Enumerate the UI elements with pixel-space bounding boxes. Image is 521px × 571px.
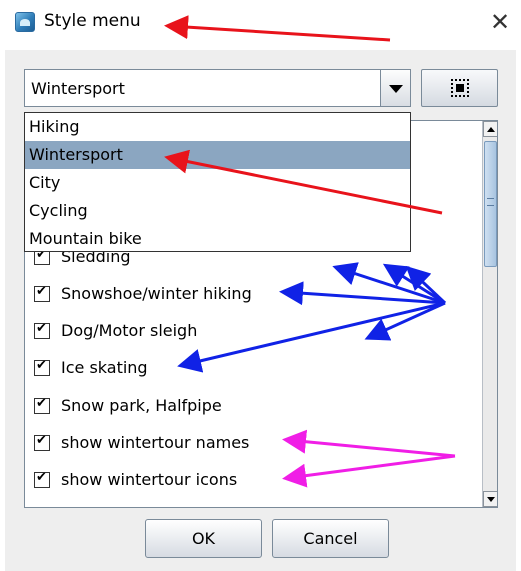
title-bar: Style menu ✕: [0, 0, 521, 50]
dropdown-item[interactable]: Mountain bike: [25, 225, 410, 253]
ok-button[interactable]: OK: [145, 519, 262, 558]
checkbox[interactable]: [34, 284, 50, 302]
checkbox[interactable]: [34, 396, 50, 414]
checkbox[interactable]: [34, 433, 50, 451]
dropdown-item[interactable]: Hiking: [25, 113, 410, 141]
frame-select-icon: [451, 79, 469, 97]
option-label: show wintertour icons: [61, 470, 238, 489]
app-icon: [15, 12, 35, 32]
scroll-up-icon[interactable]: [483, 121, 497, 137]
close-icon[interactable]: ✕: [486, 8, 514, 36]
dropdown-item[interactable]: Cycling: [25, 197, 410, 225]
style-combobox[interactable]: Wintersport: [24, 69, 411, 107]
option-label: Ice skating: [61, 358, 148, 377]
style-dropdown-list: Hiking Wintersport City Cycling Mountain…: [24, 112, 411, 252]
dropdown-item-selected[interactable]: Wintersport: [25, 141, 410, 169]
window-title: Style menu: [44, 11, 141, 31]
option-label: Snow park, Halfpipe: [61, 396, 222, 415]
checkbox[interactable]: [34, 470, 50, 488]
scroll-thumb[interactable]: [484, 141, 497, 267]
dropdown-item[interactable]: City: [25, 169, 410, 197]
option-label: Dog/Motor sleigh: [61, 321, 198, 340]
scroll-down-icon[interactable]: [483, 491, 497, 507]
chevron-down-icon[interactable]: [380, 70, 410, 106]
vertical-scrollbar[interactable]: [482, 121, 497, 507]
checkbox[interactable]: [34, 358, 50, 376]
frame-select-button[interactable]: [421, 69, 498, 107]
option-label: show wintertour names: [61, 433, 250, 452]
option-label: Snowshoe/winter hiking: [61, 284, 252, 303]
checkbox[interactable]: [34, 321, 50, 339]
combo-value: Wintersport: [31, 79, 125, 98]
checkbox[interactable]: [36, 505, 47, 507]
cancel-button[interactable]: Cancel: [272, 519, 389, 558]
